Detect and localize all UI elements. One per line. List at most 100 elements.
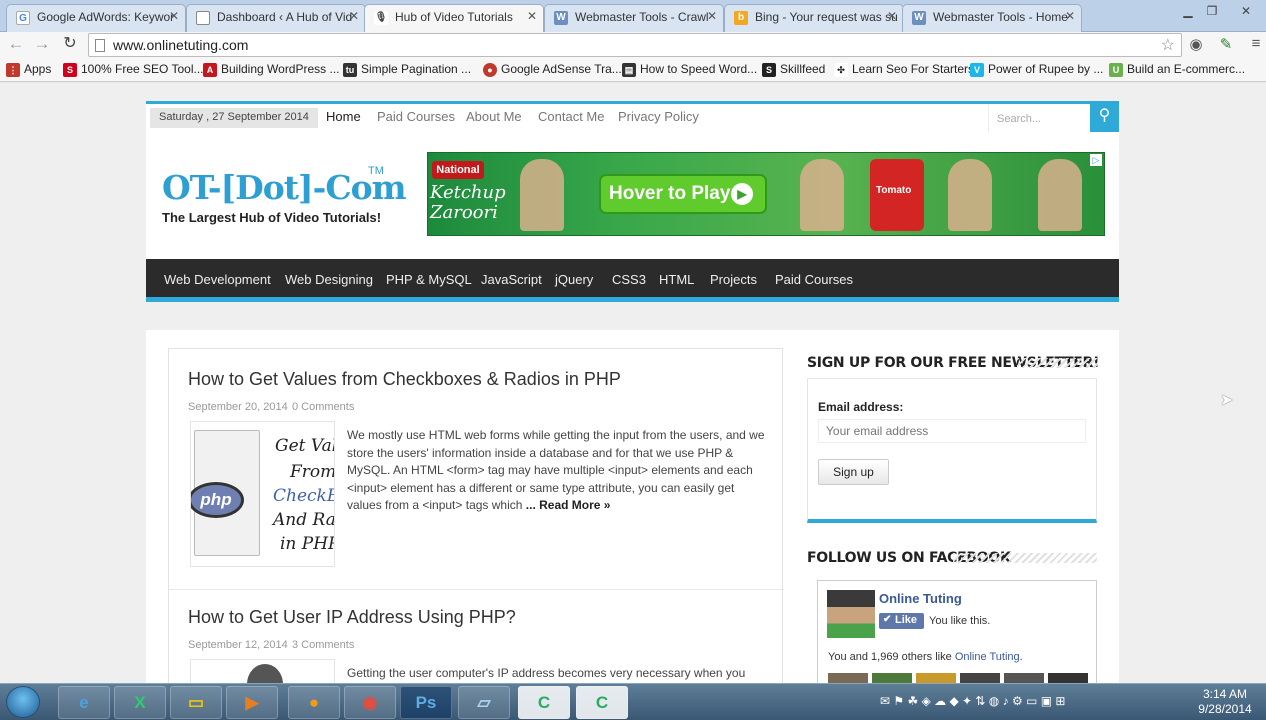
chrome-icon[interactable]: ◉ <box>344 686 396 719</box>
webmaster-icon: W <box>912 11 926 25</box>
nav-paid-courses[interactable]: Paid Courses <box>775 272 853 287</box>
browser-tab[interactable]: G Google AdWords: Keywor ✕ <box>6 4 186 32</box>
page-avatar[interactable] <box>827 590 875 638</box>
bookmark-label: 100% Free SEO Tool... <box>81 62 204 76</box>
bookmark-item[interactable]: ▤ How to Speed Word... <box>622 62 757 78</box>
post-divider <box>169 589 784 590</box>
reload-icon[interactable]: ↻ <box>60 34 80 54</box>
bookmark-item[interactable]: U Build an E-commerc... <box>1109 62 1245 78</box>
adchoices-icon[interactable]: ▷ <box>1090 154 1102 166</box>
browser-tab[interactable]: b Bing - Your request was su ✕ <box>724 4 904 32</box>
browser-tab[interactable]: W Webmaster Tools - Home ✕ <box>902 4 1082 32</box>
maximize-icon[interactable]: ❐ <box>1202 4 1222 20</box>
url-text: www.onlinetuting.com <box>113 37 249 53</box>
topnav-about-me[interactable]: About Me <box>466 109 522 124</box>
film-icon: ▤ <box>622 63 636 77</box>
close-window-icon[interactable]: ✕ <box>1236 4 1256 20</box>
address-bar[interactable]: www.onlinetuting.com ☆ <box>88 33 1182 57</box>
system-tray[interactable]: ✉ ⚑ ☘ ◈ ☁ ◆ ✦ ⇅ ◍ ♪ ⚙ ▭ ▣ ⊞ <box>880 694 1065 708</box>
minimize-icon[interactable]: ▁ <box>1178 4 1198 20</box>
browser-tab-active[interactable]: 🎙 Hub of Video Tutorials ✕ <box>364 4 544 33</box>
menu-icon[interactable]: ≡ <box>1246 35 1266 55</box>
email-field[interactable] <box>818 419 1086 443</box>
hover-to-play-button[interactable]: Hover to Play ▶ <box>599 174 767 214</box>
nav-html[interactable]: HTML <box>659 272 694 287</box>
post-title[interactable]: How to Get User IP Address Using PHP? <box>188 607 516 628</box>
close-tab-icon[interactable]: ✕ <box>887 9 897 23</box>
camtasia-recorder-icon[interactable]: C <box>576 686 628 719</box>
excel-icon[interactable]: X <box>114 686 166 719</box>
read-more-link[interactable]: ... Read More » <box>526 498 611 512</box>
post-excerpt: We mostly use HTML web forms while getti… <box>347 427 767 515</box>
bookmark-item[interactable]: ✣ Learn Seo For Starters <box>834 62 974 78</box>
post-comments-link[interactable]: 0 Comments <box>292 401 354 413</box>
bookmark-item[interactable]: S Skillfeed <box>762 62 825 78</box>
extension-icon[interactable]: ◉ <box>1186 35 1206 55</box>
fan-avatar[interactable] <box>872 673 912 683</box>
bookmark-label: Skillfeed <box>780 62 826 76</box>
webmaster-icon: W <box>554 11 568 25</box>
internet-explorer-icon[interactable]: e <box>58 686 110 719</box>
close-tab-icon[interactable]: ✕ <box>527 9 537 23</box>
nav-projects[interactable]: Projects <box>710 272 757 287</box>
facebook-like-button[interactable]: Like <box>879 613 924 629</box>
fan-avatar[interactable] <box>828 673 868 683</box>
forward-icon[interactable]: → <box>32 34 52 54</box>
topnav-privacy-policy[interactable]: Privacy Policy <box>618 109 699 124</box>
thumb-text-line: CheckB <box>273 486 335 506</box>
skillfeed-icon: S <box>762 63 776 77</box>
topnav-contact-me[interactable]: Contact Me <box>538 109 604 124</box>
banner-ad[interactable]: National Ketchup Zaroori Hover to Play ▶… <box>427 152 1105 236</box>
bookmark-star-icon[interactable]: ☆ <box>1161 35 1175 55</box>
camtasia-icon[interactable]: C <box>518 686 570 719</box>
bookmark-item[interactable]: ⋮ Apps <box>6 62 51 78</box>
sign-up-button[interactable]: Sign up <box>818 459 889 485</box>
close-tab-icon[interactable]: ✕ <box>707 9 717 23</box>
eyedropper-icon[interactable]: ✎ <box>1216 35 1236 55</box>
nav-web-development[interactable]: Web Development <box>164 272 271 287</box>
fan-avatar[interactable] <box>1048 673 1088 683</box>
post-title[interactable]: How to Get Values from Checkboxes & Radi… <box>188 369 621 390</box>
browser-tab[interactable]: W Webmaster Tools - Crawl ✕ <box>544 4 724 32</box>
post-thumbnail[interactable] <box>190 659 335 683</box>
bookmark-item[interactable]: S 100% Free SEO Tool... <box>63 62 204 78</box>
photoshop-icon[interactable]: Ps <box>400 686 452 719</box>
nav-jquery[interactable]: jQuery <box>555 272 593 287</box>
fan-avatar[interactable] <box>916 673 956 683</box>
back-icon[interactable]: ← <box>6 34 26 54</box>
facebook-page-name[interactable]: Online Tuting <box>879 591 962 606</box>
nav-javascript[interactable]: JavaScript <box>481 272 542 287</box>
bookmark-item[interactable]: tu Simple Pagination ... <box>343 62 471 78</box>
tab-title: Webmaster Tools - Crawl <box>575 10 709 24</box>
close-tab-icon[interactable]: ✕ <box>349 9 359 23</box>
nav-php-mysql[interactable]: PHP & MySQL <box>386 272 472 287</box>
bookmark-item[interactable]: ● Google AdSense Tra... <box>483 62 622 78</box>
nav-web-designing[interactable]: Web Designing <box>285 272 373 287</box>
topnav-paid-courses[interactable]: Paid Courses <box>377 109 455 124</box>
bookmark-item[interactable]: A Building WordPress ... <box>203 62 340 78</box>
post-comments-link[interactable]: 3 Comments <box>292 639 354 651</box>
bookmark-item[interactable]: V Power of Rupee by ... <box>970 62 1103 78</box>
file-explorer-icon[interactable]: ▭ <box>170 686 222 719</box>
fan-avatar[interactable] <box>960 673 1000 683</box>
taskbar-clock[interactable]: 3:14 AM 9/28/2014 <box>1196 687 1254 717</box>
browser-tab[interactable]: Dashboard ‹ A Hub of Vid ✕ <box>186 4 366 32</box>
page-link[interactable]: Online Tuting <box>955 651 1020 663</box>
search-input[interactable]: Search... <box>988 104 1090 132</box>
post-thumbnail[interactable]: php Get Val From CheckB And Ra in PHP <box>190 421 335 567</box>
bookmark-label: Power of Rupee by ... <box>988 62 1104 76</box>
thumb-text-line: in PHP <box>280 534 335 554</box>
page-icon <box>95 39 105 52</box>
search-icon[interactable]: ⚲ <box>1090 101 1119 132</box>
media-player-icon[interactable]: ▶ <box>226 686 278 719</box>
start-button[interactable] <box>6 686 40 718</box>
fan-avatar[interactable] <box>1004 673 1044 683</box>
notepad-icon[interactable]: ▱ <box>458 686 510 719</box>
close-tab-icon[interactable]: ✕ <box>1065 9 1075 23</box>
ad-brand: National <box>432 161 484 179</box>
logo-trademark: TM <box>368 165 384 177</box>
topnav-home[interactable]: Home <box>326 109 361 124</box>
close-tab-icon[interactable]: ✕ <box>169 9 179 23</box>
nav-css3[interactable]: CSS3 <box>612 272 646 287</box>
vlc-icon[interactable]: ● <box>288 686 340 719</box>
